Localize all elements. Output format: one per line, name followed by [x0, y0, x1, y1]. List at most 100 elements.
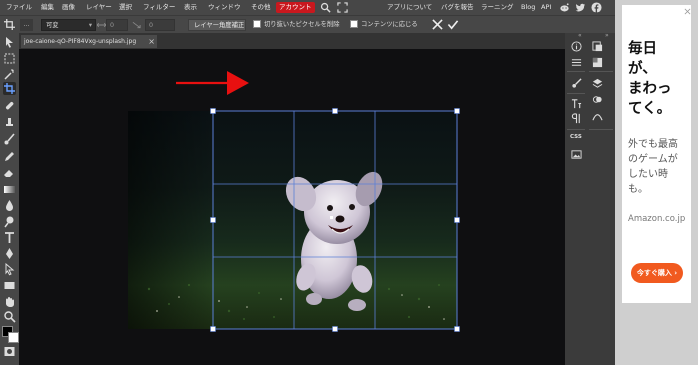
text-tool-icon[interactable]	[3, 231, 16, 244]
delete-cropped-pixels-checkbox[interactable]: 切り抜いたピクセルを削除	[253, 19, 340, 31]
red-arrow-annotation	[176, 71, 249, 95]
brush-settings-icon[interactable]	[571, 78, 582, 89]
fullscreen-icon[interactable]	[337, 2, 348, 13]
ad-headline-line: てく。	[628, 101, 672, 117]
menu-select[interactable]: 選択	[119, 0, 132, 15]
collapse-icon[interactable]: »	[605, 32, 609, 39]
chevron-down-icon: ▾	[88, 22, 92, 29]
crop-handle	[210, 108, 216, 114]
link-blog[interactable]: Blog	[521, 0, 535, 15]
image-icon[interactable]	[571, 149, 582, 160]
healing-tool-icon[interactable]	[3, 99, 16, 112]
menu-bar: ファイル 編集 画像 レイヤー 選択 フィルター 表示 ウィンドウ その他 アカ…	[0, 0, 615, 15]
panel-divider	[567, 71, 585, 72]
panel-divider	[589, 129, 613, 130]
gradient-tool-icon[interactable]	[3, 183, 16, 196]
crop-handle	[332, 108, 338, 114]
pen-tool-icon[interactable]	[3, 247, 16, 260]
marquee-tool-icon[interactable]	[3, 52, 16, 65]
checkbox-label: コンテンツに応じる	[361, 21, 418, 28]
magic-wand-tool-icon[interactable]	[3, 68, 16, 81]
ad-headline-line: 毎日	[628, 41, 657, 57]
checkbox-label: 切り抜いたピクセルを削除	[264, 21, 340, 28]
layers-icon[interactable]	[592, 78, 603, 89]
shape-tool-icon[interactable]	[3, 279, 16, 292]
menu-edit[interactable]: 編集	[41, 0, 54, 15]
clone-stamp-tool-icon[interactable]	[3, 116, 16, 129]
ad-subtext: 外でも最高 のゲームが したい時 も。	[628, 137, 678, 197]
menu-more[interactable]: その他	[251, 0, 271, 15]
ad-close-icon[interactable]	[684, 8, 691, 15]
menu-file[interactable]: ファイル	[6, 0, 32, 15]
eraser-tool-icon[interactable]	[3, 166, 16, 179]
path-select-tool-icon[interactable]	[3, 263, 16, 276]
character-icon[interactable]	[571, 98, 582, 109]
height-field[interactable]: 0	[145, 19, 175, 31]
ad-buy-now-button[interactable]: 今すぐ購入 ›	[631, 263, 683, 283]
canvas-area[interactable]	[19, 49, 565, 365]
content-aware-checkbox[interactable]: コンテンツに応じる	[350, 19, 418, 31]
menu-layer[interactable]: レイヤー	[86, 0, 112, 15]
info-icon[interactable]	[571, 41, 582, 52]
quick-mask-icon[interactable]	[3, 345, 16, 358]
swatches-icon[interactable]	[592, 57, 603, 68]
checkbox-box	[350, 20, 358, 28]
move-tool-icon[interactable]	[3, 36, 16, 49]
crop-handle	[454, 108, 460, 114]
paths-icon[interactable]	[592, 111, 603, 122]
history-icon[interactable]	[592, 41, 603, 52]
twitter-icon[interactable]	[575, 2, 586, 13]
properties-icon[interactable]	[571, 57, 582, 68]
document-tabs: joe-caione-qO-PIF84Vxg-unsplash.jpg ×	[19, 33, 565, 49]
link-api[interactable]: API	[541, 0, 551, 15]
width-field[interactable]: 0	[106, 19, 128, 31]
crop-handle	[210, 217, 216, 223]
panel-icon-column-1: « CSS	[565, 32, 587, 365]
straighten-layer-button[interactable]: レイヤー角度補正	[188, 19, 246, 31]
canvas-svg	[128, 71, 460, 332]
hand-tool-icon[interactable]	[3, 295, 16, 308]
link-report-bug[interactable]: バグを報告	[441, 0, 474, 15]
background-color-swatch[interactable]	[8, 332, 19, 343]
panel-divider	[589, 71, 613, 72]
crop-tool-icon[interactable]	[3, 82, 16, 95]
document-tab-title: joe-caione-qO-PIF84Vxg-unsplash.jpg	[24, 38, 137, 45]
tool-presets-button[interactable]: …	[20, 19, 33, 31]
blur-tool-icon[interactable]	[3, 199, 16, 212]
css-panel-button[interactable]: CSS	[570, 134, 582, 140]
facebook-icon[interactable]	[591, 2, 602, 13]
ad-card[interactable]: 毎日 が、 まわっ てく。 外でも最高 のゲームが したい時 も。 Amazon…	[622, 5, 691, 303]
crop-center-marker	[330, 216, 333, 219]
ad-subtext-line: 外でも最高	[628, 139, 678, 150]
ad-subtext-line: も。	[628, 184, 648, 195]
menu-account[interactable]: アカウント	[276, 2, 315, 13]
link-learning[interactable]: ラーニング	[481, 0, 514, 15]
link-about[interactable]: アプリについて	[387, 0, 432, 15]
crop-handle	[332, 326, 338, 332]
menu-view[interactable]: 表示	[184, 0, 197, 15]
menu-window[interactable]: ウィンドウ	[208, 0, 241, 15]
confirm-icon[interactable]	[447, 19, 459, 30]
aspect-ratio-select[interactable]: 可変 ▾	[41, 19, 96, 31]
ad-headline-line: まわっ	[628, 81, 672, 97]
pencil-tool-icon[interactable]	[3, 150, 16, 163]
channels-icon[interactable]	[592, 94, 603, 105]
ad-domain: Amazon.co.jp	[628, 214, 686, 224]
close-icon[interactable]: ×	[148, 35, 155, 48]
panel-divider	[567, 129, 585, 130]
search-icon[interactable]	[320, 2, 331, 13]
paragraph-icon[interactable]	[571, 113, 582, 124]
reddit-icon[interactable]	[559, 2, 570, 13]
zoom-tool-icon[interactable]	[3, 310, 16, 323]
swap-icon[interactable]	[132, 21, 141, 29]
document-tab[interactable]: joe-caione-qO-PIF84Vxg-unsplash.jpg ×	[21, 35, 157, 48]
menu-image[interactable]: 画像	[62, 0, 75, 15]
brush-tool-icon[interactable]	[3, 133, 16, 146]
menu-filter[interactable]: フィルター	[143, 0, 175, 15]
collapse-icon[interactable]: «	[578, 32, 582, 39]
ad-subtext-line: したい時	[628, 169, 668, 180]
dodge-tool-icon[interactable]	[3, 215, 16, 228]
panel-divider	[567, 93, 585, 94]
ad-subtext-line: のゲームが	[628, 154, 678, 165]
cancel-icon[interactable]	[432, 19, 443, 30]
